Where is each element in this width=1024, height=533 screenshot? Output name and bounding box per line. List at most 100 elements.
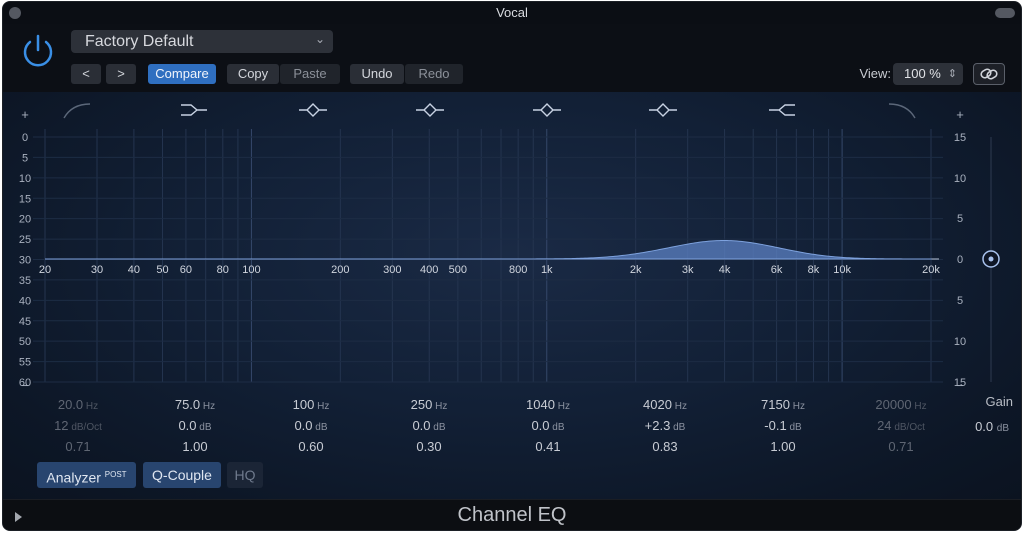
band-frequency-value: 75.0 — [174, 397, 201, 412]
band-q-5[interactable]: 0.41 — [498, 439, 598, 454]
band-gain-unit: dB — [786, 422, 802, 433]
plugin-header: Factory Default ⌄ < > Compare Copy Paste… — [3, 24, 1021, 92]
right-scale-label: 15 — [954, 132, 966, 144]
eq-curve — [45, 240, 932, 260]
band-frequency-7[interactable]: 7150 Hz — [733, 397, 833, 412]
paste-button[interactable]: Paste — [280, 64, 340, 84]
frequency-label: 100 — [242, 264, 260, 276]
band-frequency-4[interactable]: 250 Hz — [379, 397, 479, 412]
band-frequency-unit: Hz — [83, 401, 99, 412]
band-gain-1[interactable]: 12 dB/Oct — [28, 418, 128, 433]
master-gain-value[interactable]: 0.0 dB — [975, 419, 1009, 434]
compare-button[interactable]: Compare — [148, 64, 216, 84]
preset-menu[interactable]: Factory Default ⌄ — [71, 30, 333, 53]
frequency-label: 3k — [682, 264, 694, 276]
band-frequency-unit: Hz — [200, 401, 216, 412]
band-q-value: 0.83 — [652, 439, 678, 454]
eq-display[interactable]: +0 5 10 15 20 25 30 35 40 45 50 55 60− +15 10 5 0 5 10 15−2… — [3, 92, 1021, 499]
bell-icon[interactable] — [533, 103, 561, 117]
q-couple-button[interactable]: Q-Couple — [143, 462, 221, 488]
left-scale-label: 15 — [19, 193, 31, 205]
plugin-footer: Channel EQ — [3, 499, 1021, 530]
band-frequency-row: 20.0 Hz 75.0 Hz 100 Hz 250 Hz 1040 Hz 4020 Hz… — [3, 397, 1021, 415]
analyzer-post-label: POST — [104, 470, 127, 479]
left-scale-label: 40 — [19, 295, 31, 307]
band-q-1[interactable]: 0.71 — [28, 439, 128, 454]
band-gain-value: 0.0 — [531, 418, 550, 433]
left-scale-label: − — [21, 378, 29, 393]
high-cut-icon[interactable] — [888, 103, 916, 119]
band-gain-row: 12 dB/Oct 0.0 dB 0.0 dB 0.0 dB 0.0 dB +2.3 dB… — [3, 418, 1021, 436]
band-gain-5[interactable]: 0.0 dB — [498, 418, 598, 433]
right-scale-label: 0 — [957, 254, 963, 266]
undo-button[interactable]: Undo — [350, 64, 404, 84]
toolbar-toggle-button[interactable] — [995, 8, 1015, 18]
band-frequency-value: 20.0 — [57, 397, 84, 412]
view-zoom-select[interactable]: 100 % ⇕ — [893, 63, 963, 85]
analyzer-button[interactable]: Analyzer POST — [37, 462, 136, 488]
band-frequency-unit: Hz — [554, 401, 570, 412]
band-q-value: 0.71 — [65, 439, 91, 454]
band-frequency-unit: Hz — [911, 401, 927, 412]
left-scale-label: + — [21, 107, 29, 122]
frequency-label: 30 — [91, 264, 103, 276]
bell-icon[interactable] — [649, 103, 677, 117]
band-frequency-6[interactable]: 4020 Hz — [615, 397, 715, 412]
frequency-label: 80 — [217, 264, 229, 276]
band-gain-6[interactable]: +2.3 dB — [615, 418, 715, 433]
band-q-4[interactable]: 0.30 — [379, 439, 479, 454]
previous-preset-button[interactable]: < — [71, 64, 101, 84]
band-frequency-value: 1040 — [526, 397, 555, 412]
link-icon — [980, 68, 998, 80]
low-shelf-icon[interactable] — [181, 104, 207, 116]
band-frequency-3[interactable]: 100 Hz — [261, 397, 361, 412]
band-gain-unit: dB — [430, 422, 446, 433]
left-scale-label: 20 — [19, 214, 31, 226]
band-gain-8[interactable]: 24 dB/Oct — [851, 418, 951, 433]
link-button[interactable] — [973, 63, 1005, 85]
band-frequency-1[interactable]: 20.0 Hz — [28, 397, 128, 412]
band-frequency-8[interactable]: 20000 Hz — [851, 397, 951, 412]
band-gain-value: 0.0 — [178, 418, 197, 433]
band-gain-3[interactable]: 0.0 dB — [261, 418, 361, 433]
right-scale-label: + — [956, 107, 964, 122]
frequency-label: 800 — [509, 264, 527, 276]
left-scale-label: 35 — [19, 275, 31, 287]
bell-icon[interactable] — [416, 103, 444, 117]
band-gain-2[interactable]: 0.0 dB — [145, 418, 245, 433]
view-label: View: — [859, 66, 891, 81]
band-gain-unit: dB/Oct — [68, 422, 102, 433]
band-q-6[interactable]: 0.83 — [615, 439, 715, 454]
right-scale-label: 5 — [957, 213, 963, 225]
frequency-label: 6k — [771, 264, 783, 276]
band-frequency-5[interactable]: 1040 Hz — [498, 397, 598, 412]
band-q-3[interactable]: 0.60 — [261, 439, 361, 454]
next-preset-button[interactable]: > — [106, 64, 136, 84]
band-gain-4[interactable]: 0.0 dB — [379, 418, 479, 433]
frequency-label: 200 — [331, 264, 349, 276]
band-gain-7[interactable]: -0.1 dB — [733, 418, 833, 433]
plugin-window: Vocal Factory Default ⌄ < > Compare Copy… — [2, 1, 1022, 531]
hq-button[interactable]: HQ — [227, 462, 263, 488]
band-frequency-value: 20000 — [875, 397, 912, 412]
master-gain-number: 0.0 — [975, 419, 994, 434]
band-q-value: 0.71 — [888, 439, 914, 454]
bell-icon[interactable] — [299, 103, 327, 117]
band-frequency-2[interactable]: 75.0 Hz — [145, 397, 245, 412]
redo-button[interactable]: Redo — [405, 64, 463, 84]
frequency-label: 1k — [541, 264, 553, 276]
band-q-8[interactable]: 0.71 — [851, 439, 951, 454]
band-q-2[interactable]: 1.00 — [145, 439, 245, 454]
copy-button[interactable]: Copy — [227, 64, 279, 84]
high-shelf-icon[interactable] — [769, 104, 795, 116]
band-frequency-value: 100 — [292, 397, 315, 412]
eq-graph[interactable]: +051015202530354045505560−+15105051015−2… — [3, 92, 1022, 499]
power-icon[interactable] — [19, 32, 57, 70]
band-q-7[interactable]: 1.00 — [733, 439, 833, 454]
band-frequency-unit: Hz — [432, 401, 448, 412]
frequency-label: 40 — [128, 264, 140, 276]
band-gain-unit: dB — [670, 422, 686, 433]
low-cut-icon[interactable] — [63, 103, 91, 119]
frequency-label: 20 — [39, 264, 51, 276]
frequency-label: 2k — [630, 264, 642, 276]
